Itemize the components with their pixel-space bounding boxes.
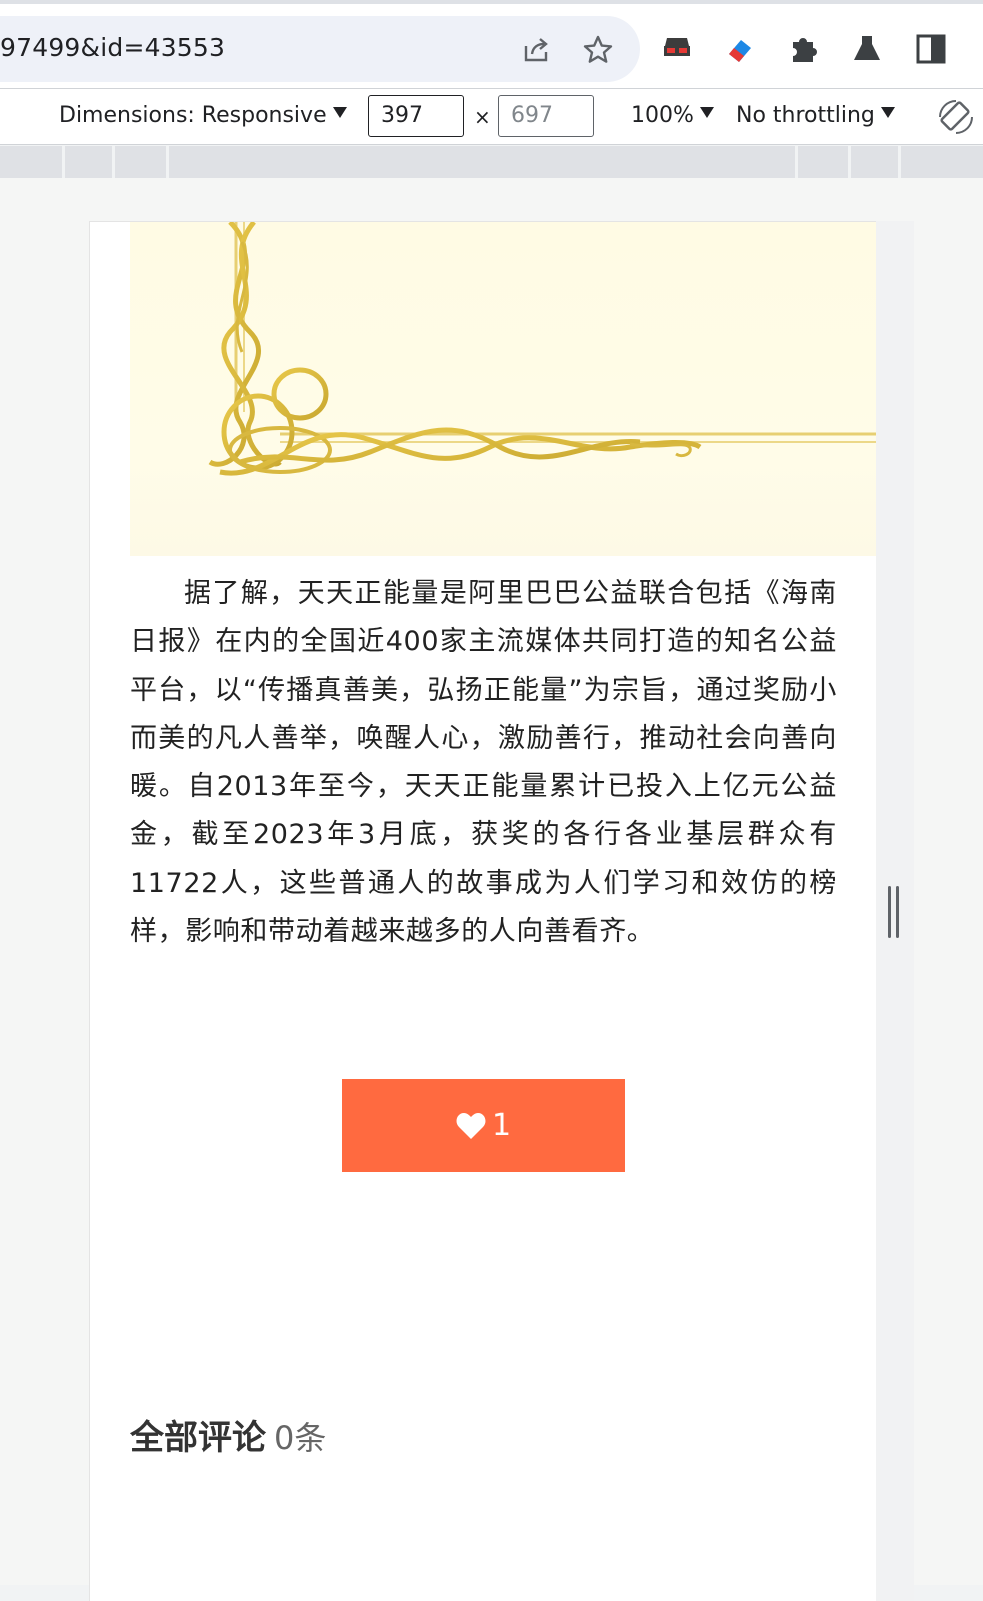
side-panel-icon[interactable] bbox=[914, 32, 948, 66]
ruler-divider bbox=[795, 146, 798, 178]
device-viewport: 据了解，天天正能量是阿里巴巴公益联合包括《海南日报》在内的全国近400家主流媒体… bbox=[0, 178, 983, 1601]
throttling-dropdown[interactable]: No throttling bbox=[736, 103, 895, 128]
browser-toolbar: 97499&id=43553 bbox=[0, 0, 983, 88]
heart-icon bbox=[456, 1112, 486, 1139]
dimensions-label: Dimensions: Responsive bbox=[59, 103, 327, 128]
throttling-label: No throttling bbox=[736, 103, 875, 128]
height-input[interactable]: 697 bbox=[498, 95, 594, 137]
zoom-label: 100% bbox=[631, 103, 694, 128]
ruler-divider bbox=[62, 146, 65, 178]
comments-heading: 全部评论 0条 bbox=[130, 1410, 326, 1459]
decorative-border-image bbox=[130, 222, 876, 556]
article-body: 据了解，天天正能量是阿里巴巴公益联合包括《海南日报》在内的全国近400家主流媒体… bbox=[130, 578, 837, 948]
address-bar[interactable]: 97499&id=43553 bbox=[0, 16, 640, 82]
article-page: 据了解，天天正能量是阿里巴巴公益联合包括《海南日报》在内的全国近400家主流媒体… bbox=[89, 221, 876, 1601]
labs-flask-icon[interactable] bbox=[850, 32, 884, 66]
rotate-icon[interactable] bbox=[936, 97, 976, 137]
like-button[interactable]: 1 bbox=[342, 1079, 625, 1172]
device-toolbar: Dimensions: Responsive 397 × 697 100% No… bbox=[0, 88, 983, 145]
zoom-dropdown[interactable]: 100% bbox=[631, 103, 714, 128]
ruler-divider bbox=[112, 146, 115, 178]
chevron-down-icon bbox=[880, 107, 895, 118]
resize-handle[interactable] bbox=[888, 886, 902, 938]
url-text[interactable]: 97499&id=43553 bbox=[0, 33, 225, 62]
ruler-divider bbox=[166, 146, 169, 178]
extensions-puzzle-icon[interactable] bbox=[787, 32, 821, 66]
like-count: 1 bbox=[491, 1108, 512, 1143]
ornament-frame-image bbox=[208, 222, 876, 476]
share-icon[interactable] bbox=[520, 34, 552, 66]
ruler-divider bbox=[898, 146, 901, 178]
chevron-down-icon bbox=[699, 107, 714, 118]
media-query-ruler[interactable] bbox=[0, 146, 983, 178]
comments-title: 全部评论 bbox=[130, 1418, 266, 1458]
incognito-extension-icon[interactable] bbox=[660, 32, 694, 66]
width-input[interactable]: 397 bbox=[368, 95, 464, 137]
bookmark-star-icon[interactable] bbox=[582, 34, 614, 66]
comments-count: 0条 bbox=[274, 1419, 327, 1457]
dimension-separator: × bbox=[474, 105, 491, 129]
eraser-extension-icon[interactable] bbox=[723, 32, 757, 66]
chevron-down-icon bbox=[332, 107, 347, 118]
dimensions-dropdown[interactable]: Dimensions: Responsive bbox=[59, 103, 347, 128]
ruler-divider bbox=[848, 146, 851, 178]
